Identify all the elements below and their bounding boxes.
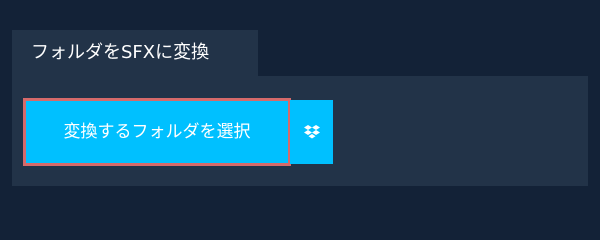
select-folder-label: 変換するフォルダを選択 — [63, 122, 251, 142]
tab-convert-folder-to-sfx[interactable]: フォルダをSFXに変換 — [12, 30, 258, 76]
select-folder-button[interactable]: 変換するフォルダを選択 — [23, 98, 291, 166]
dropbox-button[interactable] — [290, 100, 333, 164]
dropbox-icon — [303, 124, 321, 140]
tab-label: フォルダをSFXに変換 — [31, 42, 210, 63]
